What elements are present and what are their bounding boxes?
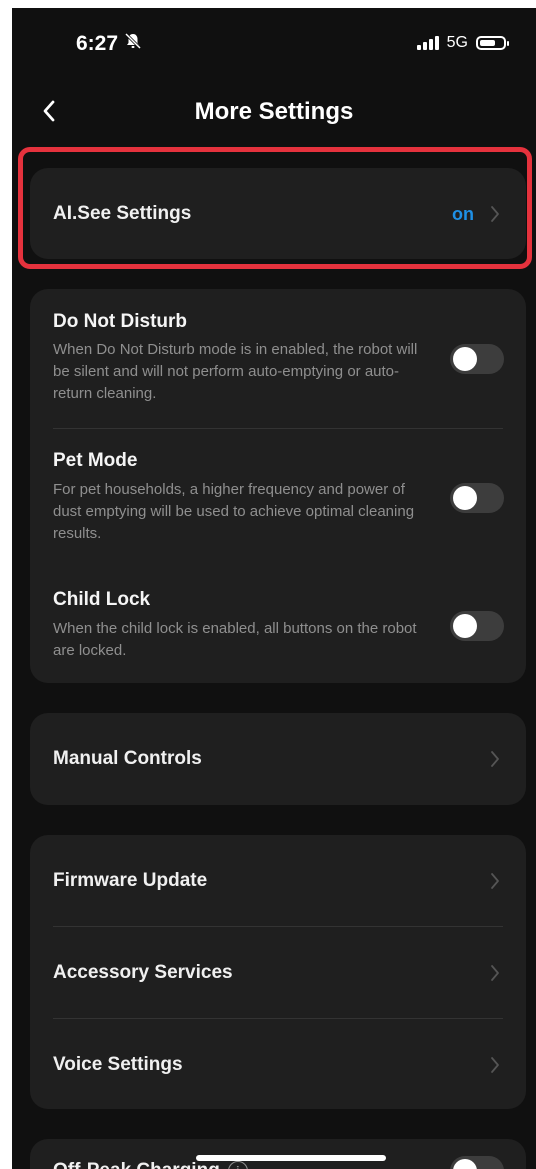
child-lock-title: Child Lock — [53, 589, 151, 610]
pet-mode-title: Pet Mode — [53, 450, 138, 471]
ai-see-settings-row[interactable]: AI.See Settings on — [30, 168, 526, 259]
firmware-update-label: Firmware Update — [53, 870, 208, 891]
toggle-knob — [453, 614, 477, 638]
accessory-services-row[interactable]: Accessory Services — [30, 927, 526, 1018]
ai-see-card: AI.See Settings on — [30, 168, 526, 259]
manual-controls-card: Manual Controls — [30, 713, 526, 805]
status-time: 6:27 — [76, 32, 142, 56]
voice-settings-label: Voice Settings — [53, 1054, 183, 1075]
toggle-knob — [453, 347, 477, 371]
toggle-knob — [453, 486, 477, 510]
do-not-disturb-title: Do Not Disturb — [53, 311, 188, 332]
chevron-right-icon — [491, 1057, 499, 1073]
pet-mode-description: For pet households, a higher frequency a… — [53, 481, 415, 542]
page-title: More Settings — [194, 98, 354, 125]
chevron-right-icon — [491, 206, 499, 222]
off-peak-charging-card: Off-Peak Charging i — [30, 1139, 526, 1169]
toggle-knob — [453, 1159, 477, 1169]
status-bar: 6:27 5G — [12, 8, 536, 64]
divider — [53, 428, 503, 429]
child-lock-toggle[interactable] — [450, 611, 504, 641]
manual-controls-row[interactable]: Manual Controls — [30, 713, 526, 805]
status-right: 5G — [416, 34, 509, 52]
home-indicator[interactable] — [196, 1155, 386, 1161]
off-peak-charging-label: Off-Peak Charging i — [53, 1160, 248, 1169]
off-peak-charging-text: Off-Peak Charging — [53, 1160, 220, 1169]
accessory-services-label: Accessory Services — [53, 962, 233, 983]
network-label: 5G — [446, 34, 468, 51]
nav-bar: More Settings — [12, 84, 536, 136]
manual-controls-label: Manual Controls — [53, 748, 202, 769]
signal-icon — [416, 36, 439, 50]
do-not-disturb-description: When Do Not Disturb mode is in enabled, … — [53, 341, 418, 402]
chevron-right-icon — [491, 873, 499, 889]
bell-slash-icon — [124, 32, 142, 56]
ai-see-status-value: on — [452, 204, 474, 224]
ai-see-settings-label: AI.See Settings — [53, 203, 192, 224]
device-menu-card: Firmware Update Accessory Services Voice… — [30, 835, 526, 1109]
child-lock-description: When the child lock is enabled, all butt… — [53, 620, 417, 659]
do-not-disturb-toggle[interactable] — [450, 344, 504, 374]
clock-text: 6:27 — [76, 32, 119, 55]
off-peak-charging-toggle[interactable] — [450, 1156, 504, 1169]
chevron-right-icon — [491, 965, 499, 981]
voice-settings-row[interactable]: Voice Settings — [30, 1019, 526, 1109]
phone-screen: 6:27 5G More Settings AI.See Settings on… — [12, 8, 536, 1169]
toggle-settings-card: Do Not Disturb When Do Not Disturb mode … — [30, 289, 526, 683]
info-icon[interactable]: i — [227, 1160, 248, 1169]
battery-icon — [476, 36, 509, 50]
firmware-update-row[interactable]: Firmware Update — [30, 835, 526, 926]
pet-mode-toggle[interactable] — [450, 483, 504, 513]
chevron-right-icon — [491, 751, 499, 767]
